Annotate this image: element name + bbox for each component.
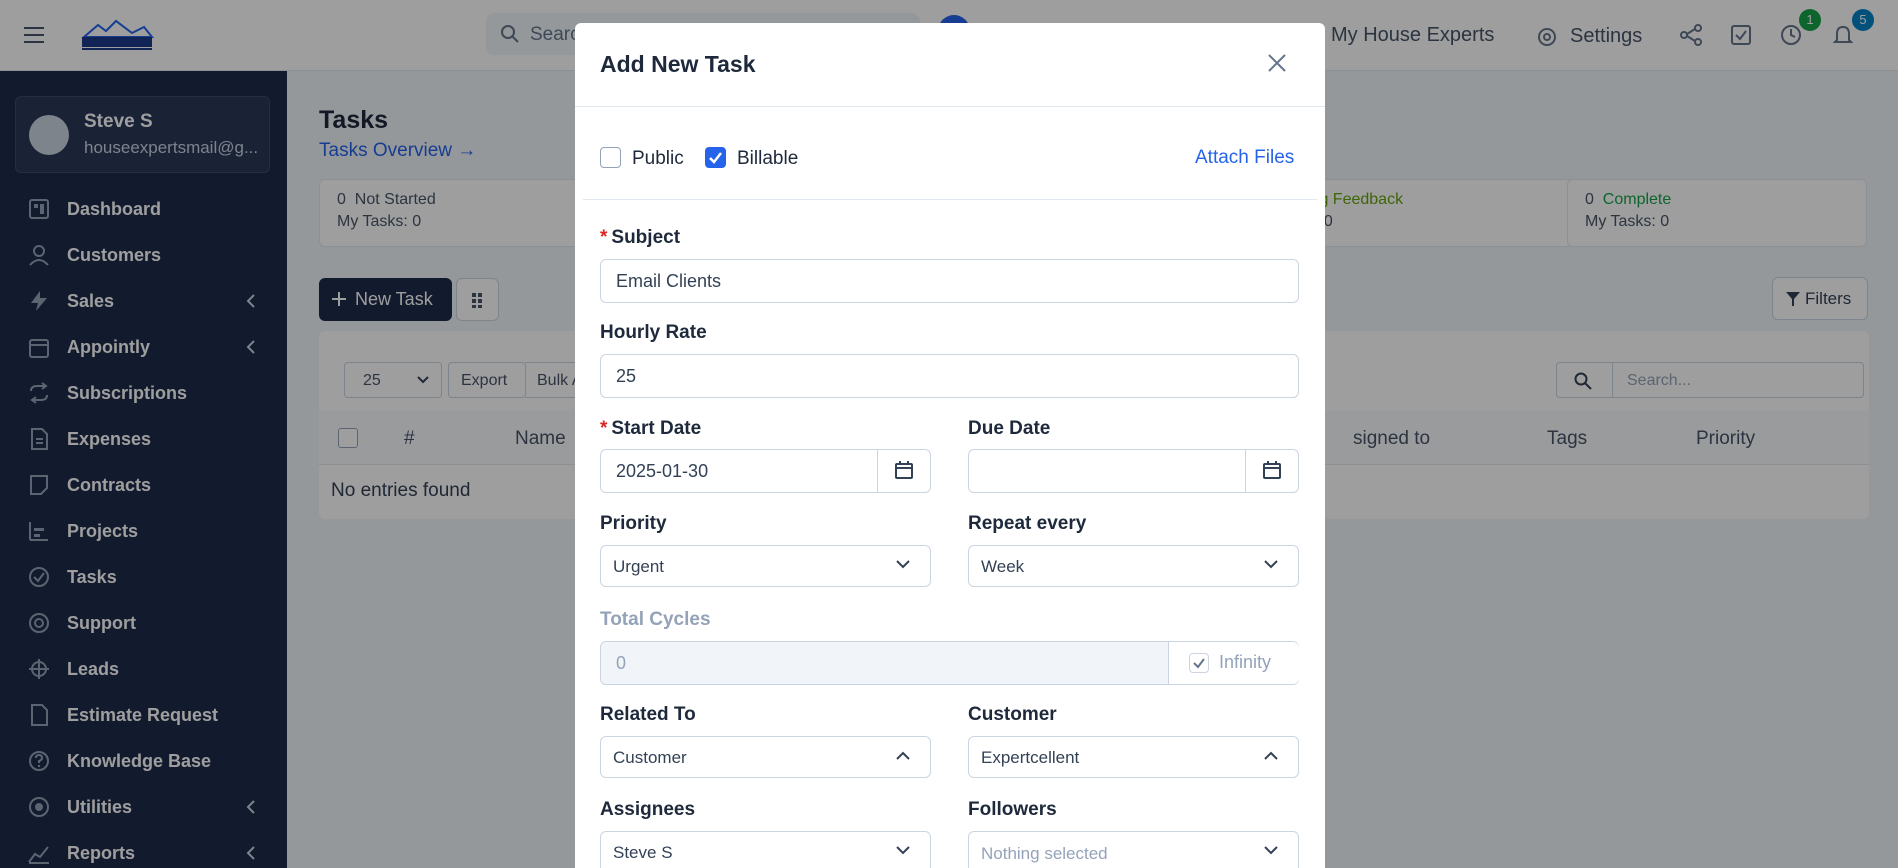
chevron-up-icon <box>896 751 910 760</box>
infinity-checkbox[interactable] <box>1189 653 1209 673</box>
chevron-down-icon <box>896 560 910 569</box>
total-cycles-input[interactable]: 0 Infinity <box>600 641 1299 685</box>
calendar-icon <box>895 461 913 479</box>
calendar-icon <box>1263 461 1281 479</box>
repeat-every-select[interactable]: Week <box>968 545 1299 587</box>
due-date-label: Due Date <box>968 418 1051 439</box>
infinity-toggle[interactable]: Infinity <box>1168 642 1299 684</box>
customer-select[interactable]: Expertcellent <box>968 736 1299 778</box>
due-date-calendar-button[interactable] <box>1245 450 1299 492</box>
chevron-down-icon <box>896 846 910 855</box>
priority-label: Priority <box>600 513 667 534</box>
assignees-value: Steve S <box>613 843 673 862</box>
chevron-down-icon <box>1264 846 1278 855</box>
public-label: Public <box>632 148 684 169</box>
customer-label: Customer <box>968 704 1057 725</box>
add-task-modal: Add New Task Public Billable Attach File… <box>575 23 1325 868</box>
public-checkbox[interactable] <box>600 147 621 168</box>
related-to-label: Related To <box>600 704 696 725</box>
followers-placeholder: Nothing selected <box>981 844 1108 863</box>
customer-value: Expertcellent <box>981 748 1080 767</box>
billable-label: Billable <box>737 148 799 169</box>
subject-value: Email Clients <box>616 271 722 291</box>
priority-select[interactable]: Urgent <box>600 545 931 587</box>
priority-value: Urgent <box>613 557 665 576</box>
hourly-rate-value: 25 <box>616 366 637 386</box>
chevron-up-icon <box>1264 751 1278 760</box>
start-date-label: * Start Date <box>600 418 702 439</box>
assignees-label: Assignees <box>600 799 696 820</box>
billable-checkbox[interactable] <box>705 147 726 168</box>
modal-divider <box>583 199 1317 200</box>
assignees-select[interactable]: Steve S <box>600 831 931 868</box>
related-to-value: Customer <box>613 748 687 767</box>
subject-label: * Subject <box>600 227 681 248</box>
followers-select[interactable]: Nothing selected <box>968 831 1299 868</box>
infinity-label: Infinity <box>1219 652 1272 672</box>
due-date-input[interactable] <box>968 449 1299 493</box>
subject-input[interactable]: Email Clients <box>600 259 1299 303</box>
total-cycles-label: Total Cycles <box>600 609 711 630</box>
start-date-input[interactable]: 2025-01-30 <box>600 449 931 493</box>
chevron-down-icon <box>1264 560 1278 569</box>
modal-title: Add New Task <box>600 51 756 77</box>
repeat-every-label: Repeat every <box>968 513 1087 534</box>
start-date-calendar-button[interactable] <box>877 450 931 492</box>
repeat-every-value: Week <box>981 557 1025 576</box>
hourly-rate-label: Hourly Rate <box>600 322 707 343</box>
hourly-rate-input[interactable]: 25 <box>600 354 1299 398</box>
close-icon[interactable] <box>1267 53 1287 73</box>
related-to-select[interactable]: Customer <box>600 736 931 778</box>
followers-label: Followers <box>968 799 1057 820</box>
attach-files-link[interactable]: Attach Files <box>1195 147 1294 169</box>
modal-divider <box>575 106 1325 107</box>
total-cycles-value: 0 <box>616 653 627 673</box>
start-date-value: 2025-01-30 <box>616 461 709 481</box>
